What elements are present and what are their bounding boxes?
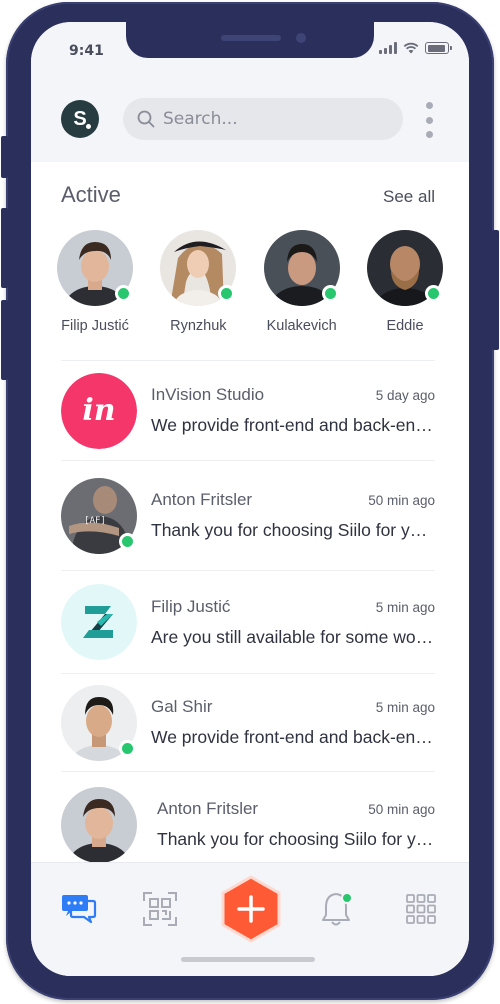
status-time: 9:41 <box>69 43 104 59</box>
logo-letter: S <box>73 107 87 130</box>
chat-message-preview: Are you still available for some work? <box>151 626 435 647</box>
logo-dot <box>86 124 91 129</box>
home-indicator[interactable] <box>181 957 315 962</box>
app-screen: 9:41 S Active See all <box>31 22 469 976</box>
compose-button[interactable] <box>220 875 282 943</box>
notification-badge <box>341 892 353 904</box>
phone-volume-down <box>1 300 8 380</box>
active-users-row: Filip Justić Rynzhuk Kulakevich Eddie <box>45 230 455 334</box>
speaker-grille <box>221 35 281 41</box>
tab-apps[interactable] <box>401 889 441 929</box>
online-status-dot <box>119 532 136 550</box>
chat-list-item[interactable]: Filip Justić 5 min ago Are you still ava… <box>61 570 435 673</box>
svg-text:[AF]: [AF] <box>84 516 106 526</box>
status-icons <box>379 42 452 54</box>
chat-icon <box>62 895 97 924</box>
active-user[interactable]: Filip Justić <box>45 230 145 334</box>
online-status-dot <box>321 285 339 302</box>
online-status-dot <box>119 739 136 757</box>
qr-code-icon <box>143 892 177 926</box>
signal-icon <box>379 42 397 54</box>
phone-power-button <box>492 230 499 350</box>
chat-time: 5 min ago <box>375 700 435 715</box>
chat-list-item[interactable]: Gal Shir 5 min ago We provide front-end … <box>61 673 435 771</box>
active-user-name: Kulakevich <box>266 318 337 334</box>
chat-time: 50 min ago <box>368 493 435 508</box>
search-input[interactable] <box>163 109 383 129</box>
active-user[interactable]: Kulakevich <box>252 230 352 334</box>
online-status-dot <box>424 285 442 302</box>
online-status-dot <box>115 285 132 302</box>
active-user-name: Rynzhuk <box>170 318 227 334</box>
chat-name: Filip Justić <box>151 596 231 616</box>
active-user-name: Eddie <box>386 318 424 334</box>
grid-icon <box>406 894 436 924</box>
active-user[interactable]: Rynzhuk <box>148 230 248 334</box>
chat-message-preview: We provide front-end and back-end develo… <box>151 415 435 435</box>
plus-icon <box>221 875 281 943</box>
chat-time: 5 day ago <box>375 388 435 403</box>
svg-text:in: in <box>82 393 115 428</box>
chat-message-preview: We provide front-end and back-end develo… <box>151 727 435 747</box>
chat-name: Anton Fritsler <box>151 490 253 509</box>
bottom-tab-bar <box>31 862 469 976</box>
more-menu-icon[interactable] <box>423 102 435 138</box>
avatar <box>61 786 137 863</box>
active-section-title: Active <box>61 182 121 207</box>
battery-icon <box>425 42 452 54</box>
phone-volume-up <box>1 208 8 288</box>
striped-z-logo-icon <box>61 584 137 660</box>
chat-time: 50 min ago <box>368 802 435 817</box>
chat-list: in InVision Studio 5 day ago We provide … <box>61 360 435 877</box>
tab-notifications[interactable] <box>316 889 356 929</box>
chat-name: InVision Studio <box>151 385 265 404</box>
tab-chats[interactable] <box>59 889 99 929</box>
search-bar[interactable] <box>123 98 403 140</box>
chat-name: Anton Fritsler <box>157 799 259 818</box>
phone-mute-switch <box>1 136 8 178</box>
chat-message-preview: Thank you for choosing Siilo for your te… <box>157 829 435 849</box>
front-camera <box>296 33 306 43</box>
search-icon <box>137 110 155 128</box>
tab-qr-scan[interactable] <box>140 889 180 929</box>
chat-name: Gal Shir <box>151 697 213 716</box>
app-logo[interactable]: S <box>61 100 99 138</box>
active-user[interactable]: Eddie <box>355 230 455 334</box>
chat-list-item[interactable]: [AF] Anton Fritsler 50 min ago Thank you… <box>61 460 435 570</box>
online-status-dot <box>218 285 236 302</box>
see-all-link[interactable]: See all <box>383 187 435 207</box>
chat-message-preview: Thank you for choosing Siilo for your te… <box>151 520 435 540</box>
chat-list-item[interactable]: in InVision Studio 5 day ago We provide … <box>61 360 435 460</box>
chat-time: 5 min ago <box>375 599 435 615</box>
invision-logo-icon: in <box>61 372 137 449</box>
active-user-name: Filip Justić <box>61 318 129 334</box>
wifi-icon <box>403 42 419 54</box>
